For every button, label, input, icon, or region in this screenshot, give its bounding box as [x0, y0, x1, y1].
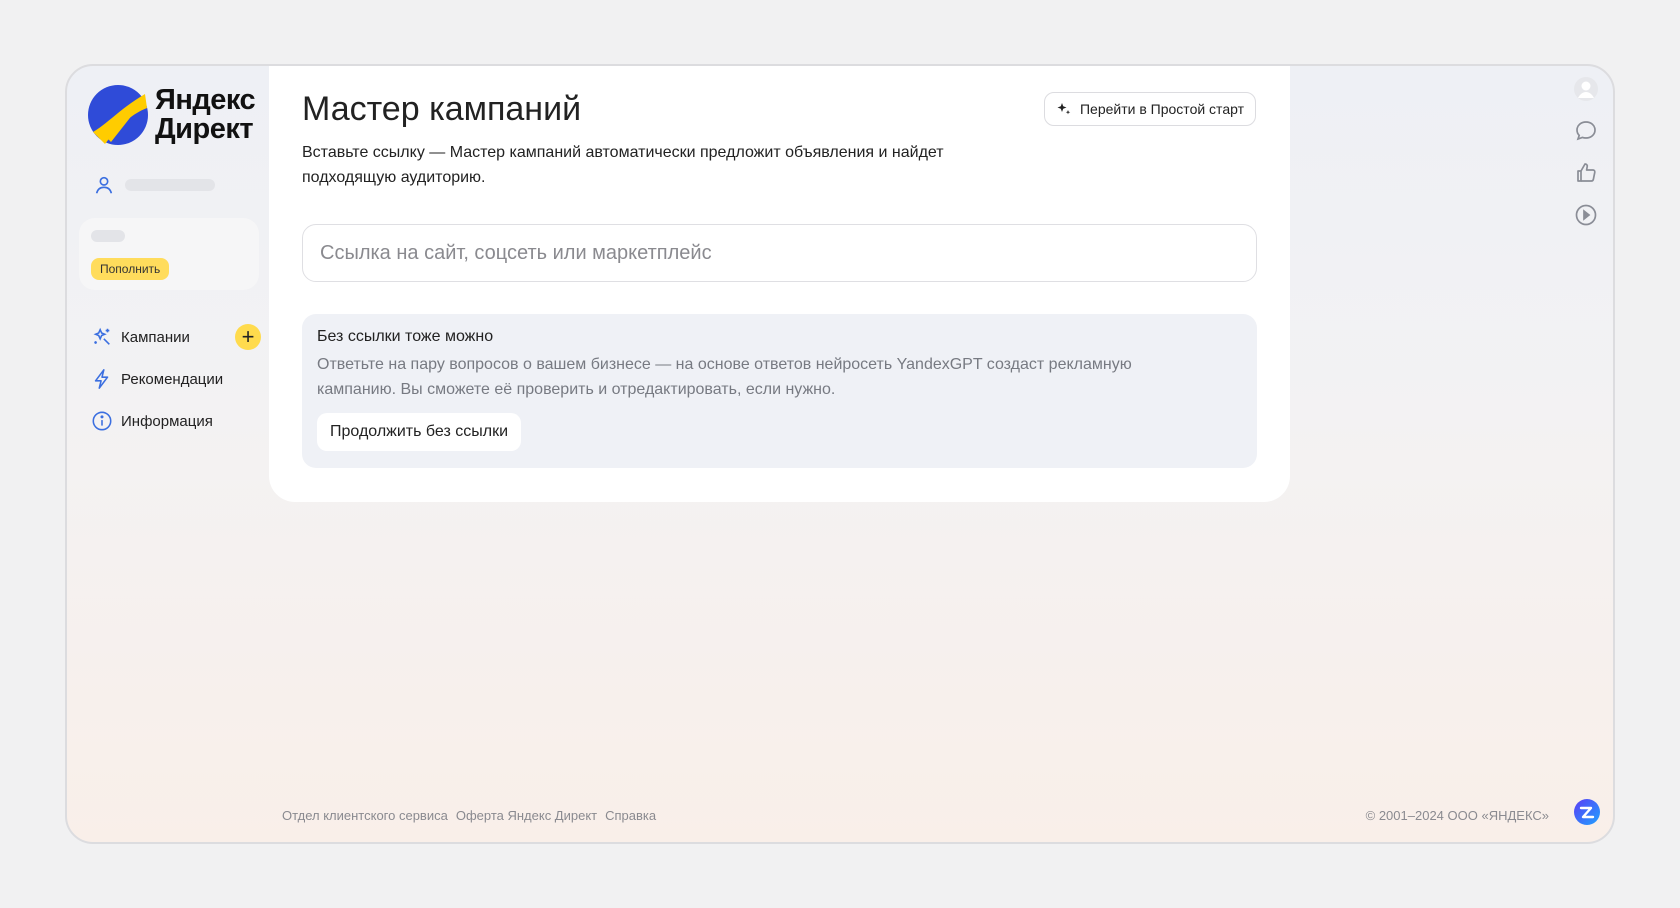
logo-text: Яндекс Директ	[155, 84, 256, 145]
add-campaign-button[interactable]: +	[235, 324, 261, 350]
user-account[interactable]	[93, 174, 215, 196]
simple-start-label: Перейти в Простой старт	[1079, 101, 1244, 117]
footer-links: Отдел клиентского сервиса Оферта Яндекс …	[282, 808, 656, 823]
balance-placeholder	[91, 230, 125, 242]
alice-assistant-icon[interactable]	[1573, 798, 1601, 826]
play-icon[interactable]	[1573, 202, 1599, 228]
chat-icon[interactable]	[1573, 118, 1599, 144]
page-subtitle: Вставьте ссылку — Мастер кампаний автома…	[302, 144, 944, 186]
thumbs-up-icon[interactable]	[1573, 160, 1599, 186]
right-rail	[1573, 76, 1601, 244]
no-link-description: Ответьте на пару вопросов о вашем бизнес…	[317, 356, 1132, 398]
lightning-icon	[94, 369, 109, 389]
sidebar-item-information[interactable]: Информация	[91, 400, 261, 442]
copyright: © 2001–2024 ООО «ЯНДЕКС»	[1365, 808, 1549, 823]
sidebar-item-label: Рекомендации	[121, 370, 224, 388]
username-placeholder	[125, 179, 215, 191]
avatar-icon[interactable]	[1573, 76, 1599, 102]
simple-start-button[interactable]: Перейти в Простой старт	[1043, 92, 1256, 126]
sparkle-icon	[1057, 103, 1071, 115]
balance-card: Пополнить	[79, 218, 259, 290]
page-title: Мастер кампаний	[302, 90, 582, 128]
logo-mark-icon	[88, 85, 148, 145]
sidebar-item-campaigns[interactable]: Кампании +	[91, 316, 261, 358]
topup-button[interactable]: Пополнить	[91, 258, 170, 280]
no-link-title: Без ссылки тоже можно	[317, 328, 494, 345]
user-icon	[95, 176, 113, 194]
sidebar-item-recommendations[interactable]: Рекомендации	[91, 358, 261, 400]
campaign-wizard-card: Мастер кампаний Перейти в Простой старт …	[269, 66, 1290, 502]
app-window: Яндекс Директ Пополнить Кампании + Реком…	[65, 64, 1615, 844]
info-icon	[92, 411, 112, 431]
footer-link-help[interactable]: Справка	[605, 808, 656, 823]
url-input[interactable]	[302, 224, 1257, 282]
sidebar-item-label: Кампании	[121, 328, 190, 346]
campaigns-icon	[93, 327, 110, 345]
yandex-direct-logo[interactable]: Яндекс Директ	[87, 84, 256, 146]
footer-link-offer[interactable]: Оферта Яндекс Директ	[456, 808, 597, 823]
no-link-panel: Без ссылки тоже можно Ответьте на пару в…	[302, 314, 1257, 468]
continue-without-link-button[interactable]: Продолжить без ссылки	[317, 413, 521, 451]
sidebar-item-label: Информация	[121, 412, 213, 430]
sidebar-nav: Кампании + Рекомендации Информация	[91, 316, 261, 442]
footer-link-client-service[interactable]: Отдел клиентского сервиса	[282, 808, 448, 823]
